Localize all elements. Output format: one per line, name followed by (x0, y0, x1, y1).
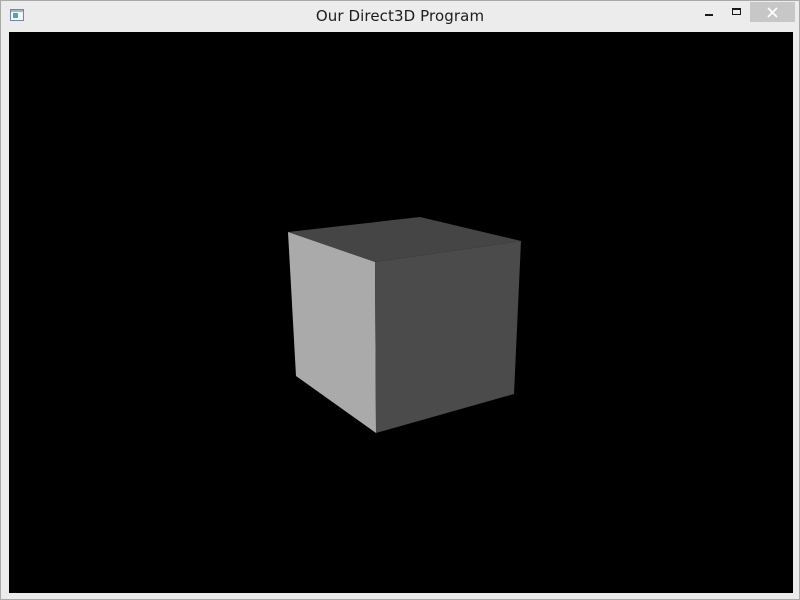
title-bar[interactable]: Our Direct3D Program (1, 1, 799, 32)
maximize-icon (732, 8, 741, 15)
render-viewport[interactable] (9, 32, 793, 593)
maximize-button[interactable] (723, 2, 750, 22)
cube-front-face (375, 241, 521, 433)
cube-left-face (288, 232, 376, 433)
cube-render (288, 217, 521, 433)
window-title: Our Direct3D Program (315, 7, 485, 25)
minimize-icon (705, 14, 713, 16)
app-window: Our Direct3D Program (0, 0, 800, 600)
minimize-button[interactable] (695, 2, 723, 22)
close-button[interactable] (750, 2, 795, 22)
close-icon (767, 7, 778, 18)
